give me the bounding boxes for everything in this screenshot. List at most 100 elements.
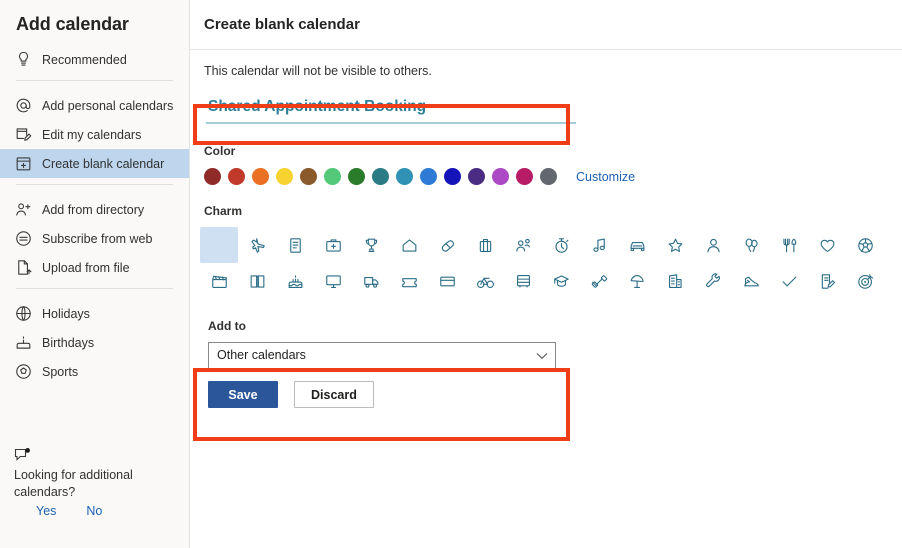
charm-section-label: Charm [204, 204, 243, 218]
charm-soccer-ball[interactable] [846, 227, 884, 263]
charm-grid [200, 227, 902, 299]
charm-delivery-truck[interactable] [352, 263, 390, 299]
color-swatch[interactable] [276, 168, 293, 185]
add-calendar-dialog: Add calendar Recommended Add personal cal… [0, 0, 902, 548]
nav-group: Holidays Birthdays Sports [0, 299, 189, 386]
charm-credit-card[interactable] [428, 263, 466, 299]
sidebar-item-label: Create blank calendar [42, 156, 165, 171]
charm-running-shoe[interactable] [732, 263, 770, 299]
add-to-select[interactable]: Other calendars [208, 342, 556, 369]
sidebar-item-recommended[interactable]: Recommended [0, 45, 189, 74]
charm-home[interactable] [390, 227, 428, 263]
discard-button[interactable]: Discard [294, 381, 374, 408]
color-swatch[interactable] [444, 168, 461, 185]
file-upload-icon [14, 259, 34, 277]
sidebar-item-sports[interactable]: Sports [0, 357, 189, 386]
save-button[interactable]: Save [208, 381, 278, 408]
sidebar-item-label: Add from directory [42, 202, 145, 217]
sidebar: Add calendar Recommended Add personal cal… [0, 0, 190, 548]
charm-birthday-cake[interactable] [276, 263, 314, 299]
sidebar-item-subscribe-from-web[interactable]: Subscribe from web [0, 224, 189, 253]
color-swatch[interactable] [468, 168, 485, 185]
charm-balloons[interactable] [732, 227, 770, 263]
sports-ball-icon [14, 363, 34, 381]
sidebar-item-label: Recommended [42, 52, 127, 67]
feedback-no-link[interactable]: No [86, 504, 102, 518]
charm-beach-umbrella[interactable] [618, 263, 656, 299]
color-swatch[interactable] [324, 168, 341, 185]
charm-first-aid-kit[interactable] [314, 227, 352, 263]
charm-graduation-cap[interactable] [542, 263, 580, 299]
color-swatch[interactable] [372, 168, 389, 185]
charm-dumbbell[interactable] [580, 263, 618, 299]
sidebar-item-label: Upload from file [42, 260, 130, 275]
sidebar-item-create-blank-calendar[interactable]: Create blank calendar [0, 149, 189, 178]
charm-heart[interactable] [808, 227, 846, 263]
sidebar-item-label: Birthdays [42, 335, 95, 350]
sidebar-item-upload-from-file[interactable]: Upload from file [0, 253, 189, 282]
color-swatch[interactable] [204, 168, 221, 185]
charm-briefcase[interactable] [466, 227, 504, 263]
charm-car[interactable] [618, 227, 656, 263]
color-swatch[interactable] [228, 168, 245, 185]
charm-target[interactable] [846, 263, 884, 299]
sidebar-item-label: Edit my calendars [42, 127, 142, 142]
customize-color-link[interactable]: Customize [576, 170, 635, 184]
feedback-question: Looking for additional calendars? [14, 468, 133, 499]
charm-book[interactable] [238, 263, 276, 299]
calendar-name-input[interactable] [206, 96, 576, 124]
nav-divider [16, 288, 173, 289]
charm-office-building[interactable] [656, 263, 694, 299]
color-swatch[interactable] [516, 168, 533, 185]
nav-group: Recommended [0, 45, 189, 74]
charm-checkmark[interactable] [770, 263, 808, 299]
charm-bicycle[interactable] [466, 263, 504, 299]
sidebar-item-holidays[interactable]: Holidays [0, 299, 189, 328]
charm-ticket[interactable] [390, 263, 428, 299]
charm-wrench[interactable] [694, 263, 732, 299]
charm-bus[interactable] [504, 263, 542, 299]
charm-person[interactable] [694, 227, 732, 263]
sidebar-item-birthdays[interactable]: Birthdays [0, 328, 189, 357]
color-swatch[interactable] [348, 168, 365, 185]
color-swatch[interactable] [396, 168, 413, 185]
charm-pill[interactable] [428, 227, 466, 263]
blank-calendar-icon [14, 155, 34, 173]
color-swatch-row: Customize [204, 168, 902, 185]
charm-notepad[interactable] [276, 227, 314, 263]
sidebar-title: Add calendar [16, 14, 129, 34]
charm-blank-charm[interactable] [200, 227, 238, 263]
sidebar-item-edit-my-calendars[interactable]: Edit my calendars [0, 120, 189, 149]
sidebar-item-add-personal-calendars[interactable]: Add personal calendars [0, 91, 189, 120]
sidebar-item-label: Add personal calendars [42, 98, 174, 113]
color-swatch[interactable] [252, 168, 269, 185]
globe-link-icon [14, 230, 34, 248]
charm-monitor[interactable] [314, 263, 352, 299]
add-to-select-wrap: Other calendars [208, 342, 556, 369]
cake-icon [14, 334, 34, 352]
feedback-yes-link[interactable]: Yes [36, 504, 56, 518]
charm-stopwatch[interactable] [542, 227, 580, 263]
charm-notepad-edit[interactable] [808, 263, 846, 299]
lightbulb-icon [14, 51, 34, 69]
nav-divider [16, 80, 173, 81]
color-swatch[interactable] [540, 168, 557, 185]
charm-music-note[interactable] [580, 227, 618, 263]
calendar-name-field-wrap [206, 96, 576, 124]
charm-cutlery[interactable] [770, 227, 808, 263]
charm-people[interactable] [504, 227, 542, 263]
charm-airplane[interactable] [238, 227, 276, 263]
at-sign-icon [14, 97, 34, 115]
color-swatch[interactable] [300, 168, 317, 185]
feedback-actions: Yes No [14, 504, 179, 518]
charm-film-clapper[interactable] [200, 263, 238, 299]
color-swatch[interactable] [492, 168, 509, 185]
charm-trophy[interactable] [352, 227, 390, 263]
color-swatch[interactable] [420, 168, 437, 185]
page-title: Create blank calendar [204, 16, 360, 33]
sidebar-item-label: Holidays [42, 306, 90, 321]
person-add-icon [14, 201, 34, 219]
charm-star[interactable] [656, 227, 694, 263]
sidebar-item-add-from-directory[interactable]: Add from directory [0, 195, 189, 224]
edit-calendar-icon [14, 126, 34, 144]
